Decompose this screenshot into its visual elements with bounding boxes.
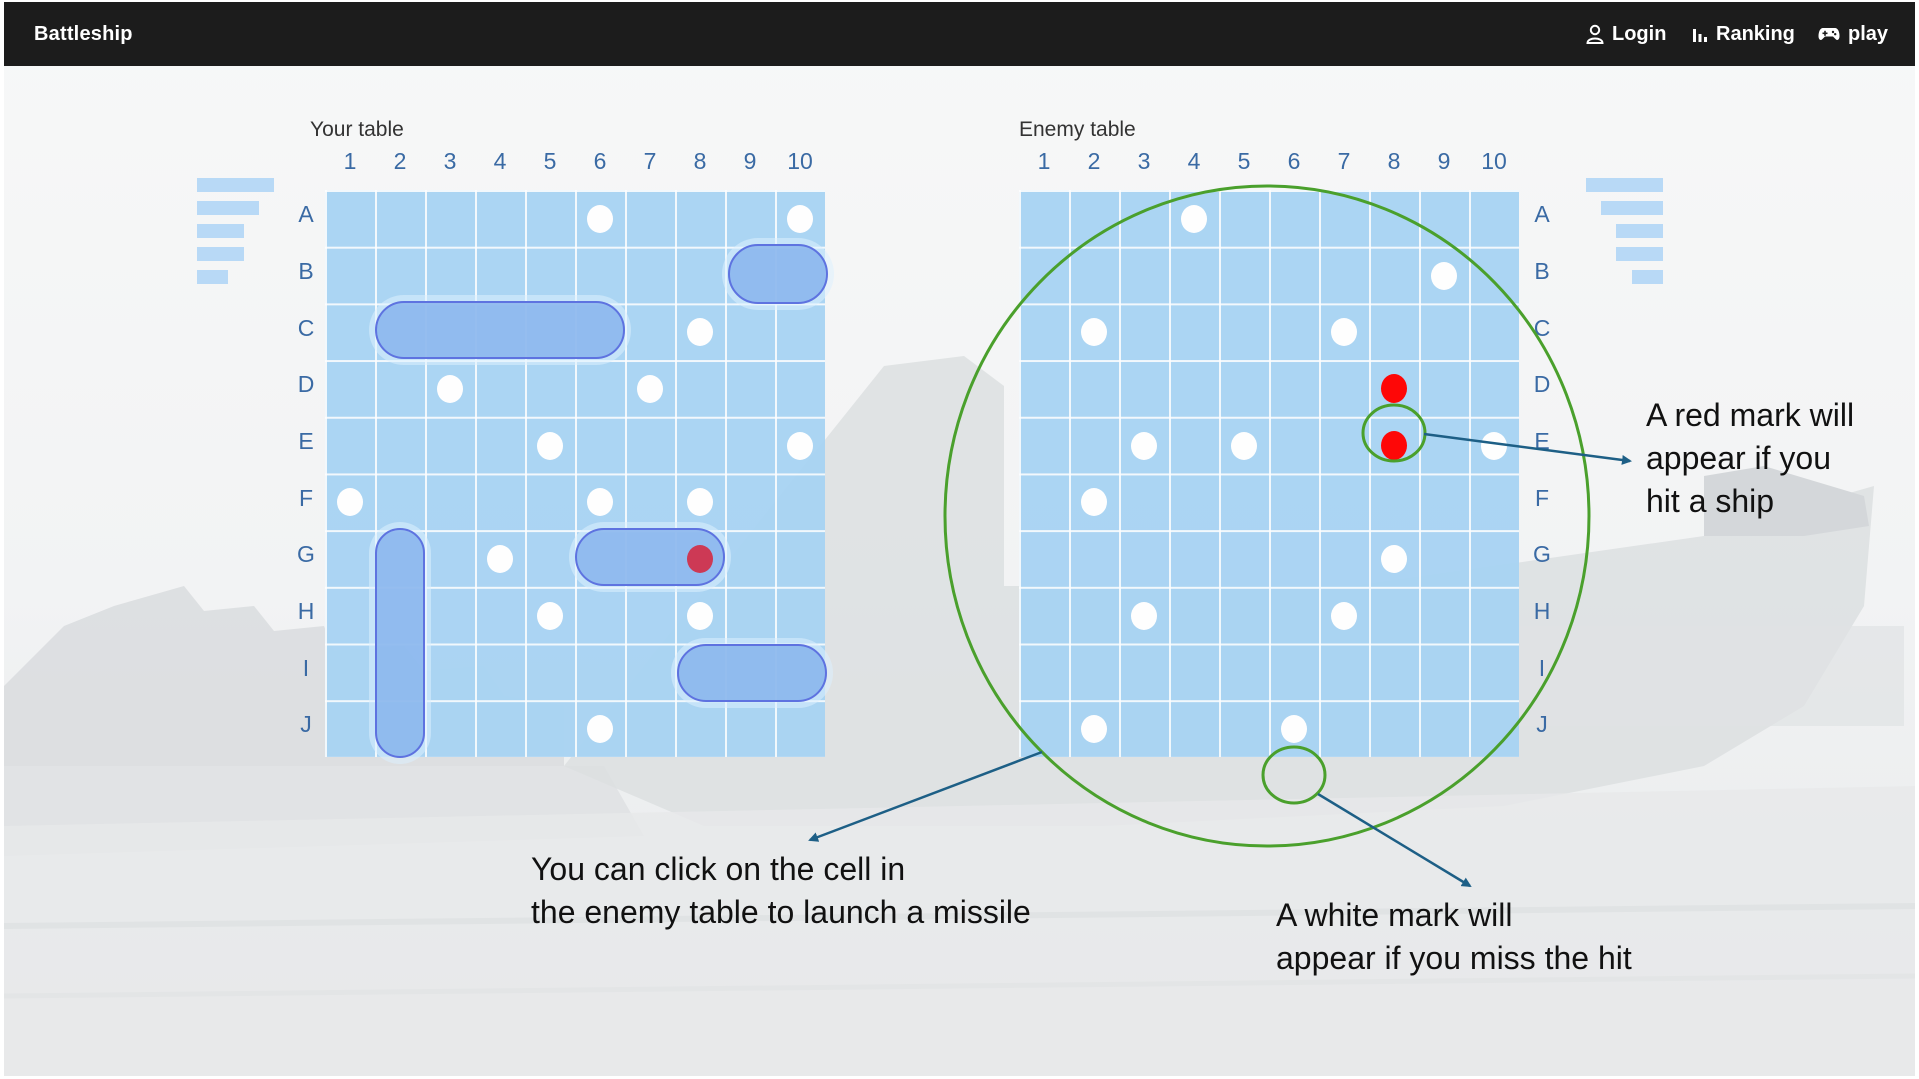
annotation-line: appear if you <box>1646 440 1832 476</box>
annotation-click-cell: You can click on the cell in the enemy t… <box>531 848 1031 934</box>
arrow-red-mark <box>1423 432 1632 465</box>
arrow-white-mark <box>1317 792 1472 888</box>
annotation-line: A white mark will <box>1276 897 1513 933</box>
annotation-line: You can click on the cell in <box>531 851 906 887</box>
page-frame: Battleship Login Ranking play Your table… <box>4 2 1915 1076</box>
enemy-table-highlight-circle <box>943 184 1591 848</box>
annotation-line: appear if you miss the hit <box>1276 940 1632 976</box>
miss-highlight-circle <box>1261 745 1327 805</box>
annotation-line: A red mark will <box>1646 397 1855 433</box>
annotation-line: the enemy table to launch a missile <box>531 894 1031 930</box>
arrow-click-cell <box>808 750 1043 842</box>
annotation-red-mark: A red mark will appear if you hit a ship <box>1646 394 1854 523</box>
hit-highlight-circle <box>1361 403 1427 463</box>
annotation-white-mark: A white mark will appear if you miss the… <box>1276 894 1632 980</box>
annotation-line: hit a ship <box>1646 483 1775 519</box>
